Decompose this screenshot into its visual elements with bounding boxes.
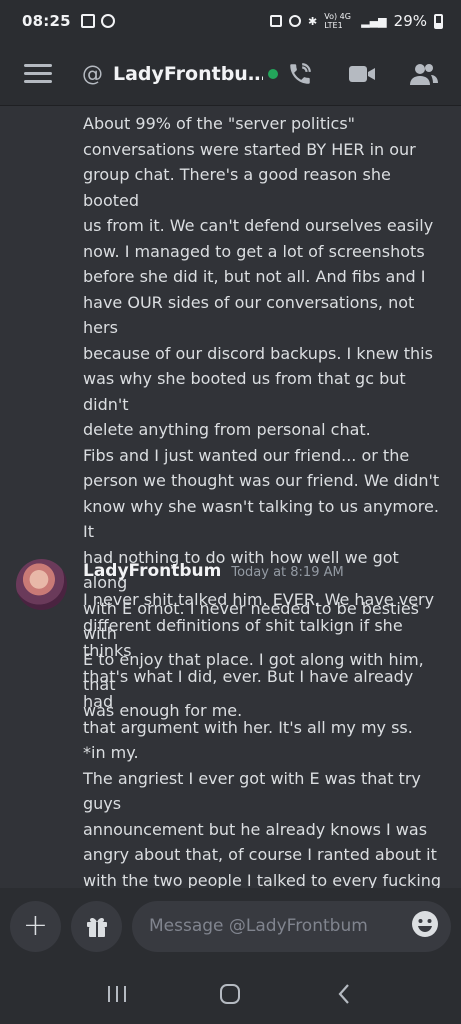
menu-line	[24, 72, 52, 75]
video-camera-icon	[349, 65, 375, 82]
message-line: know why she wasn't talking to us anymor…	[83, 496, 439, 542]
message-line: that's what I did, ever. But I have alre…	[83, 666, 414, 712]
back-chevron-icon	[338, 984, 349, 1004]
message-line: delete anything from personal chat.	[83, 420, 371, 439]
message-line: conversations were started BY HER in our	[83, 139, 416, 159]
avatar[interactable]	[16, 559, 67, 610]
plus-icon: +	[22, 908, 49, 943]
home-button[interactable]	[210, 974, 250, 1014]
gift-icon	[86, 917, 107, 937]
message-line: have OUR sides of our conversations, not…	[83, 292, 415, 338]
system-nav-bar	[0, 964, 461, 1024]
gallery-icon	[80, 14, 95, 28]
alarm-icon	[270, 15, 283, 27]
message-line: different definitions of shit talkign if…	[83, 615, 403, 661]
clock-icon	[289, 15, 302, 27]
online-status-icon	[268, 68, 278, 79]
battery-icon	[434, 13, 443, 29]
message-line: with the two people I talked to every fu…	[83, 870, 442, 889]
chat-header: @ LadyFrontbu…	[0, 42, 461, 106]
header-actions	[285, 59, 439, 89]
message-line: that argument with her. It's all my my s…	[83, 717, 413, 737]
battery-percent: 29%	[393, 12, 427, 30]
menu-line	[24, 80, 52, 83]
gift-button[interactable]	[71, 900, 122, 952]
composer: +	[0, 888, 461, 964]
timestamp: Today at 8:19 AM	[231, 565, 344, 580]
message-list[interactable]: About 99% of the "server politics" conver…	[0, 107, 461, 888]
recents-icon	[107, 986, 126, 1002]
message-line: announcement but he already knows I was	[83, 819, 428, 839]
status-bar: 08:25 ✱ Vo) 4G LTE1 ▂▄▆ 29%	[0, 0, 461, 42]
message-line: I never shit talked him. EVER. We have v…	[83, 590, 435, 609]
dm-title[interactable]: LadyFrontbu…	[113, 63, 263, 85]
back-button[interactable]	[324, 974, 364, 1014]
at-icon: @	[82, 61, 103, 86]
message-line: now. I managed to get a lot of screensho…	[83, 241, 425, 261]
status-time: 08:25	[22, 12, 71, 30]
message-line: before she did it, but not all. And fibs…	[83, 267, 426, 286]
recents-button[interactable]	[97, 974, 137, 1014]
video-call-button[interactable]	[347, 59, 377, 89]
phone-call-icon	[290, 62, 311, 84]
smiley-icon	[412, 911, 438, 937]
message-line: Fibs and I just wanted our friend... or …	[83, 445, 410, 465]
menu-line	[24, 64, 52, 67]
emoji-button[interactable]	[411, 910, 439, 942]
message-body: I never shit talked him. EVER. We have v…	[83, 587, 445, 888]
message-line: person we thought was our friend. We did…	[83, 471, 440, 490]
message-line: because of our discord backups. I knew t…	[83, 343, 433, 363]
status-right: ✱ Vo) 4G LTE1 ▂▄▆ 29%	[270, 12, 443, 30]
message-line: angry about that, of course I ranted abo…	[83, 845, 437, 864]
notification-icons	[80, 14, 115, 28]
message-line: *in my.	[83, 743, 139, 762]
message-input[interactable]	[149, 916, 404, 936]
message-line: group chat. There's a good reason she bo…	[83, 165, 391, 210]
account-icon	[100, 14, 115, 28]
attach-button[interactable]: +	[10, 900, 61, 952]
message-input-box[interactable]	[132, 900, 451, 952]
signal-bars-icon: ▂▄▆	[361, 14, 387, 28]
message-line: The angriest I ever got with E was that …	[83, 768, 421, 814]
member-list-button[interactable]	[409, 59, 439, 89]
message-line: was why she booted us from that gc but d…	[83, 369, 406, 414]
voice-call-button[interactable]	[285, 59, 315, 89]
message-line: us from it. We can't defend ourselves ea…	[83, 216, 434, 235]
message-header: LadyFrontbum Today at 8:19 AM	[83, 561, 344, 581]
bluetooth-icon: ✱	[308, 14, 318, 28]
signal-label: Vo) 4G LTE1	[324, 12, 351, 30]
username[interactable]: LadyFrontbum	[83, 561, 221, 581]
menu-button[interactable]	[24, 64, 52, 83]
message-line: About 99% of the "server politics"	[83, 114, 356, 133]
home-icon	[220, 984, 241, 1004]
people-icon	[410, 63, 438, 85]
